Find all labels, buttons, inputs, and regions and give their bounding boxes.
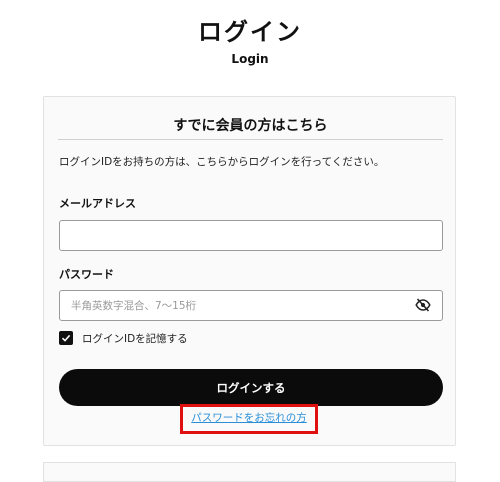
next-section-card [43, 462, 456, 482]
member-login-card: すでに会員の方はこちら ログインIDをお持ちの方は、こちらからログインを行ってく… [43, 96, 456, 446]
card-heading: すでに会員の方はこちら [173, 118, 328, 134]
password-visibility-toggle[interactable] [413, 297, 433, 313]
page-title: ログイン [198, 18, 302, 46]
remember-label: ログインIDを記憶する [82, 332, 188, 345]
login-instructions: ログインIDをお持ちの方は、こちらからログインを行ってください。 [59, 156, 385, 168]
login-button[interactable]: ログインする [59, 369, 443, 406]
page-subtitle: Login [231, 52, 269, 66]
heading-divider [58, 139, 443, 140]
password-label: パスワード [59, 268, 114, 281]
email-label: メールアドレス [59, 197, 136, 210]
remember-checkbox[interactable] [59, 331, 73, 345]
password-field[interactable] [59, 290, 443, 321]
checkmark-icon [61, 334, 71, 342]
eye-slash-icon [415, 298, 431, 312]
email-field[interactable] [59, 220, 443, 251]
remember-login-row[interactable]: ログインIDを記憶する [59, 330, 188, 346]
forgot-password-link[interactable]: パスワードをお忘れの方 [180, 410, 318, 425]
